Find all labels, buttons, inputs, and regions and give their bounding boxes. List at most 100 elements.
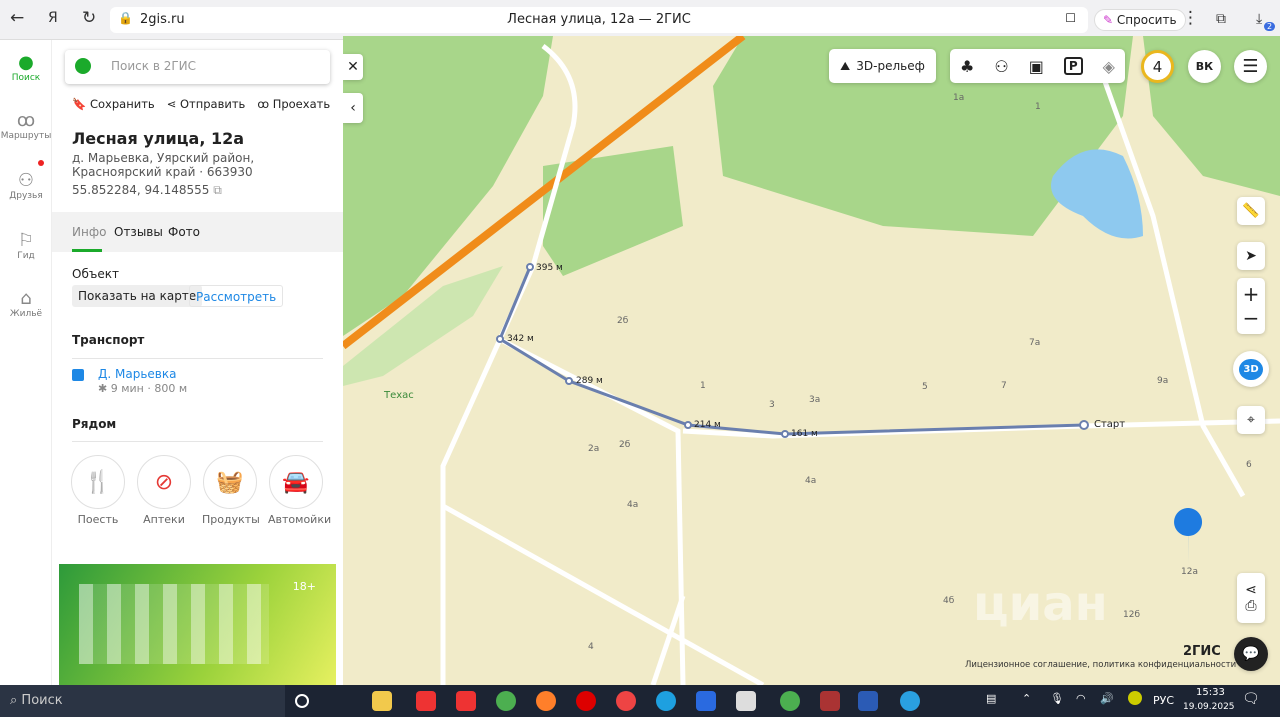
news-icon[interactable]: ▤: [986, 692, 996, 705]
share-icon[interactable]: ⋖: [1245, 582, 1257, 598]
volume-icon[interactable]: 🔊: [1100, 692, 1114, 705]
task-view-icon[interactable]: [295, 694, 309, 708]
yandex-browser-icon[interactable]: [416, 691, 436, 711]
layers-icon[interactable]: ◈: [1103, 57, 1115, 76]
reload-icon[interactable]: ↻: [82, 8, 96, 28]
tab-reviews[interactable]: Отзывы: [114, 225, 163, 239]
friends-layer-icon[interactable]: ⚇: [994, 57, 1008, 76]
stop-link[interactable]: Д. Марьевка: [98, 367, 176, 381]
parking-icon[interactable]: P: [1063, 57, 1083, 75]
nearby-carwash[interactable]: 🚘 Автомойки: [268, 455, 331, 526]
firefox-icon[interactable]: [536, 691, 556, 711]
yandex-icon[interactable]: [456, 691, 476, 711]
3d-toggle[interactable]: 3D: [1233, 351, 1269, 387]
map[interactable]: 395 м 342 м 289 м 214 м 161 м Старт Теха…: [343, 36, 1280, 685]
telegram-icon[interactable]: [900, 691, 920, 711]
rail-item-housing[interactable]: ⌂ Жильё: [0, 288, 52, 319]
view-button[interactable]: Рассмотреть: [189, 285, 284, 307]
nearby-label-text: Поесть: [77, 513, 119, 526]
language-indicator[interactable]: РУС: [1153, 694, 1174, 707]
photos-icon[interactable]: [736, 691, 756, 711]
ask-button[interactable]: ✎ Спросить: [1094, 9, 1186, 31]
rail-item-search[interactable]: ● Поиск: [0, 52, 52, 83]
yandex-icon[interactable]: Я: [48, 10, 58, 26]
nearby-grocery[interactable]: 🧺 Продукты: [202, 455, 260, 526]
route-label: Проехать: [272, 97, 331, 111]
word-icon[interactable]: [858, 691, 878, 711]
app-tray-icon[interactable]: [1128, 691, 1142, 705]
notifications-icon[interactable]: 🗨: [1242, 691, 1260, 707]
share-button[interactable]: ⋖ Отправить: [167, 97, 246, 111]
tray-expand-icon[interactable]: ⌃: [1022, 692, 1031, 705]
rail-item-routes[interactable]: ꝏ Маршруты: [0, 110, 52, 141]
pixelated-ad-text: [79, 584, 269, 664]
chrome-profile-icon[interactable]: [780, 691, 800, 711]
transport-icon[interactable]: ▣: [1029, 57, 1044, 76]
more-icon[interactable]: ⋮: [1182, 8, 1199, 28]
nearby-pharmacy[interactable]: ⊘ Аптеки: [136, 455, 192, 526]
zoom-out-button[interactable]: −: [1243, 306, 1260, 330]
house-number: 4а: [627, 500, 639, 510]
back-icon[interactable]: ←: [10, 8, 24, 28]
license-link[interactable]: Лицензионное соглашение, политика конфид…: [965, 660, 1236, 670]
coords-text: 55.852284, 94.148555: [72, 183, 210, 197]
chrome-icon[interactable]: [496, 691, 516, 711]
my-location-icon[interactable]: ➤: [1237, 242, 1265, 270]
3d-relief-button[interactable]: ⛰ 3D-рельеф: [829, 49, 936, 83]
poi-label[interactable]: Техас: [384, 390, 414, 401]
tab-photos[interactable]: Фото: [168, 225, 200, 239]
explorer-icon[interactable]: [372, 691, 392, 711]
ask-label: Спросить: [1116, 13, 1177, 27]
windows-taskbar: ⌕ Поиск ▤ ⌃ 🎙 ◠ 🔊 РУС 15:33 19.09.2025 🗨: [0, 685, 1280, 717]
parks-icon[interactable]: ♣: [960, 57, 974, 76]
address-bar[interactable]: 🔒 2gis.ru Лесная улица, 12а — 2ГИС ☐: [110, 7, 1088, 33]
menu-icon[interactable]: ☰: [1234, 50, 1267, 83]
share-label: Отправить: [179, 97, 246, 111]
nearby-food[interactable]: 🍴 Поесть: [70, 455, 126, 526]
layers-toolbar: ♣ ⚇ ▣ P ◈: [950, 49, 1125, 83]
tab-info[interactable]: Инфо: [72, 225, 106, 239]
print-icon[interactable]: ⎙: [1245, 598, 1256, 614]
friends-icon: ⚇: [17, 170, 35, 191]
copy-icon[interactable]: ⧉: [213, 183, 222, 197]
house-number: 12а: [1181, 567, 1198, 577]
taskbar-search[interactable]: ⌕ Поиск: [0, 685, 285, 717]
2gis-brand: 2ГИС: [1183, 644, 1221, 659]
ruler-icon[interactable]: 📏: [1237, 197, 1265, 225]
show-on-map-button[interactable]: Показать на карте: [72, 285, 203, 307]
rail-item-friends[interactable]: ⚇ Друзья: [0, 160, 52, 201]
network-icon[interactable]: ◠: [1076, 692, 1086, 705]
microphone-icon[interactable]: 🎙: [1050, 692, 1064, 705]
close-panel-button[interactable]: ✕: [343, 54, 363, 80]
object-label: Объект: [72, 267, 119, 281]
zoom-in-button[interactable]: +: [1243, 282, 1260, 306]
routes-icon: ꝏ: [16, 110, 36, 131]
save-button[interactable]: 🔖 Сохранить: [72, 97, 155, 111]
rail-item-guide[interactable]: ⚐ Гид: [0, 230, 52, 261]
place-panel: Поиск в 2ГИС 🔖 Сохранить ⋖ Отправить ꝏ П…: [52, 40, 343, 685]
downloads-icon[interactable]: ⤓: [1256, 11, 1262, 27]
counter-badge[interactable]: 4: [1141, 50, 1174, 83]
app-icon[interactable]: [696, 691, 716, 711]
house-number: 9а: [1157, 376, 1169, 386]
collections-icon[interactable]: ⧉: [1216, 11, 1226, 27]
rail-label: Маршруты: [0, 131, 52, 141]
search-input[interactable]: Поиск в 2ГИС: [65, 50, 330, 84]
clock-date[interactable]: 19.09.2025: [1183, 702, 1235, 712]
route-button[interactable]: ꝏ Проехать: [257, 97, 330, 111]
bookmark-icon[interactable]: ☐: [1065, 11, 1076, 25]
house-number: 12б: [1123, 610, 1141, 620]
house-number: 1: [700, 381, 706, 391]
map-pin-icon[interactable]: ⌖: [1237, 406, 1265, 434]
tab-underline: [72, 249, 102, 252]
opera-icon[interactable]: [576, 691, 596, 711]
clock-time[interactable]: 15:33: [1196, 687, 1225, 698]
chrome-alt-icon[interactable]: [616, 691, 636, 711]
collapse-panel-button[interactable]: ‹: [343, 93, 363, 123]
edge-icon[interactable]: [656, 691, 676, 711]
relief-label: 3D-рельеф: [856, 59, 925, 73]
app-icon[interactable]: [820, 691, 840, 711]
advertisement-banner[interactable]: 18+: [59, 564, 336, 685]
vk-button[interactable]: ВК: [1188, 50, 1221, 83]
chat-icon[interactable]: 💬: [1234, 637, 1268, 671]
